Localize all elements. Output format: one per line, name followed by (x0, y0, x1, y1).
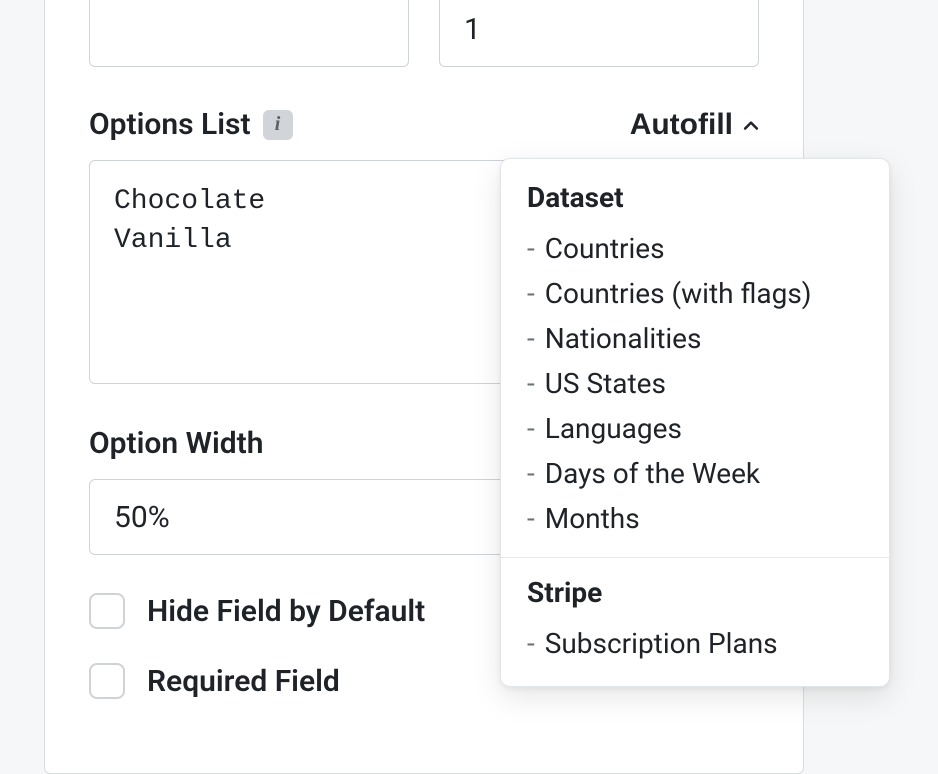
dropdown-heading-stripe: Stripe (527, 576, 863, 609)
dropdown-item-languages[interactable]: -Languages (527, 406, 863, 451)
dropdown-item-months[interactable]: -Months (527, 496, 863, 541)
top-right-input[interactable]: 1 (439, 0, 759, 67)
dropdown-item-countries[interactable]: -Countries (527, 226, 863, 271)
required-field-checkbox[interactable] (89, 663, 125, 699)
dropdown-divider (501, 557, 889, 558)
option-width-label: Option Width (89, 426, 263, 461)
autofill-button[interactable]: Autofill (630, 108, 759, 142)
hide-field-checkbox[interactable] (89, 593, 125, 629)
dropdown-item-countries-flags[interactable]: -Countries (with flags) (527, 271, 863, 316)
autofill-label: Autofill (630, 108, 733, 142)
dropdown-item-us-states[interactable]: -US States (527, 361, 863, 406)
hide-field-label: Hide Field by Default (147, 594, 425, 629)
top-inputs-row: 1 (89, 0, 759, 67)
chevron-up-icon (741, 116, 759, 134)
dropdown-item-days-of-week[interactable]: -Days of the Week (527, 451, 863, 496)
options-list-label: Options List (89, 107, 251, 142)
dropdown-item-nationalities[interactable]: -Nationalities (527, 316, 863, 361)
dropdown-heading-dataset: Dataset (527, 181, 863, 214)
info-icon[interactable]: i (263, 110, 293, 140)
required-field-label: Required Field (147, 664, 340, 699)
top-left-input[interactable] (89, 0, 409, 67)
dropdown-item-subscription-plans[interactable]: -Subscription Plans (527, 621, 863, 666)
autofill-dropdown: Dataset -Countries -Countries (with flag… (500, 158, 890, 687)
